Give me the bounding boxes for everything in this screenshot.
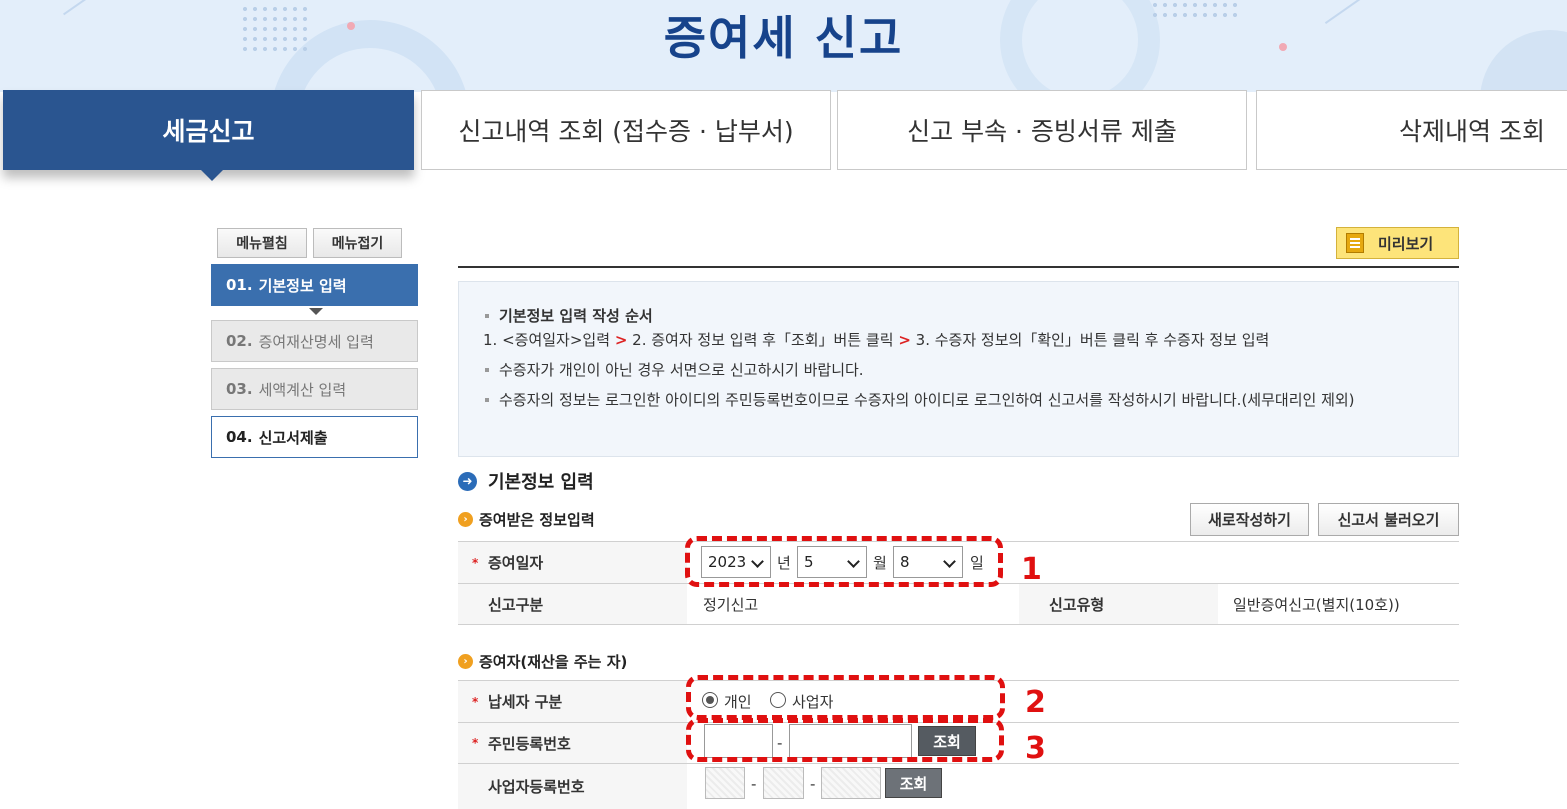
report-kind-value: 일반증여신고(별지(10호)) — [1233, 596, 1400, 614]
rrn-label: * 주민등록번호 — [458, 723, 687, 763]
preview-label: 미리보기 — [1378, 234, 1434, 253]
step-number: 01. — [226, 276, 253, 294]
guide-note-2: 수증자의 정보는 로그인한 아이디의 주민등록번호이므로 수증자의 아이디로 로… — [483, 388, 1433, 412]
tab-attachments[interactable]: 신고 부속 · 증빙서류 제출 — [837, 90, 1247, 170]
annotation-number-1: 1 — [1021, 552, 1042, 587]
brn-input-3 — [821, 767, 881, 799]
step-number: 02. — [226, 332, 253, 350]
step-label: 신고서제출 — [258, 428, 328, 447]
brn-input-1 — [705, 767, 745, 799]
subsection-title: 증여자(재산을 주는 자) — [479, 653, 628, 671]
annotation-box-2 — [686, 675, 1005, 720]
guide-steps: 1. <증여일자>입력 > 2. 증여자 정보 입력 후「조회」버튼 클릭 > … — [483, 328, 1458, 352]
subsection-gift-info: › 증여받은 정보입력 — [458, 509, 595, 530]
label-text: 증여일자 — [488, 554, 544, 572]
menu-expand-button[interactable]: 메뉴펼침 — [217, 228, 307, 258]
annotation-number-3: 3 — [1025, 731, 1046, 766]
document-icon — [1346, 233, 1364, 253]
guide-step-1: 1. <증여일자>입력 — [483, 331, 611, 349]
subsection-title: 증여받은 정보입력 — [479, 511, 595, 529]
brn-lookup-button: 조회 — [885, 768, 942, 798]
tab-tax-report[interactable]: 세금신고 — [3, 90, 414, 181]
guide-arrow: > — [614, 331, 628, 349]
preview-button[interactable]: 미리보기 — [1336, 227, 1459, 259]
gift-date-label: * 증여일자 — [458, 542, 687, 583]
sidebar-step-basic-info[interactable]: 01. 기본정보 입력 — [211, 264, 418, 315]
annotation-box-3 — [686, 718, 1004, 762]
dash-separator: - — [810, 775, 816, 793]
load-report-button[interactable]: 신고서 불러오기 — [1318, 503, 1459, 536]
chevron-right-icon: › — [458, 654, 473, 669]
divider — [458, 266, 1459, 268]
guide-step-2: 2. 증여자 정보 입력 후「조회」버튼 클릭 — [632, 331, 894, 349]
report-kind-label: 신고유형 — [1019, 584, 1218, 624]
subsection-donor: › 증여자(재산을 주는 자) — [458, 651, 627, 672]
annotation-box-1 — [685, 536, 1003, 587]
tab-report-history[interactable]: 신고내역 조회 (접수증 · 납부서) — [421, 90, 831, 170]
step-label: 세액계산 입력 — [258, 380, 347, 399]
guide-box: 기본정보 입력 작성 순서 1. <증여일자>입력 > 2. 증여자 정보 입력… — [458, 281, 1459, 457]
step-label: 증여재산명세 입력 — [258, 332, 374, 351]
report-type-label: 신고구분 — [458, 584, 687, 624]
dash-separator: - — [751, 775, 757, 793]
menu-collapse-button[interactable]: 메뉴접기 — [313, 228, 402, 258]
brn-row: 사업자등록번호 — [458, 763, 1459, 809]
step-number: 03. — [226, 380, 253, 398]
page-title: 증여세 신고 — [663, 11, 904, 65]
step-label: 기본정보 입력 — [258, 276, 347, 295]
guide-note-1: 수증자가 개인이 아닌 경우 서면으로 신고하시기 바랍니다. — [483, 358, 1458, 382]
guide-step-3: 3. 수증자 정보의「확인」버튼 클릭 후 수증자 정보 입력 — [915, 331, 1270, 349]
label-text: 주민등록번호 — [488, 734, 571, 753]
new-report-button[interactable]: 새로작성하기 — [1190, 503, 1309, 536]
report-type-value: 정기신고 — [703, 596, 759, 614]
guide-arrow: > — [898, 331, 911, 349]
taxpayer-type-label: * 납세자 구분 — [458, 681, 687, 722]
sidebar-step-submit[interactable]: 04. 신고서제출 — [211, 416, 418, 458]
arrow-right-icon: ➜ — [458, 471, 477, 491]
brn-label: 사업자등록번호 — [458, 764, 687, 809]
required-mark: * — [472, 555, 479, 570]
header-banner: 증여세 신고 — [0, 0, 1567, 92]
tab-deleted-history[interactable]: 삭제내역 조회 — [1256, 90, 1567, 170]
chevron-right-icon: › — [458, 512, 473, 527]
section-title-text: 기본정보 입력 — [488, 472, 594, 493]
label-text: 납세자 구분 — [488, 693, 563, 711]
sidebar-step-tax-calc[interactable]: 03. 세액계산 입력 — [211, 368, 418, 410]
required-mark: * — [472, 736, 479, 750]
step-number: 04. — [226, 428, 253, 446]
guide-title: 기본정보 입력 작성 순서 — [483, 304, 1458, 328]
annotation-number-2: 2 — [1025, 685, 1046, 720]
section-title: ➜ 기본정보 입력 — [458, 468, 594, 494]
brn-input-2 — [763, 767, 804, 799]
required-mark: * — [472, 694, 479, 709]
sidebar-step-gift-property[interactable]: 02. 증여재산명세 입력 — [211, 320, 418, 362]
